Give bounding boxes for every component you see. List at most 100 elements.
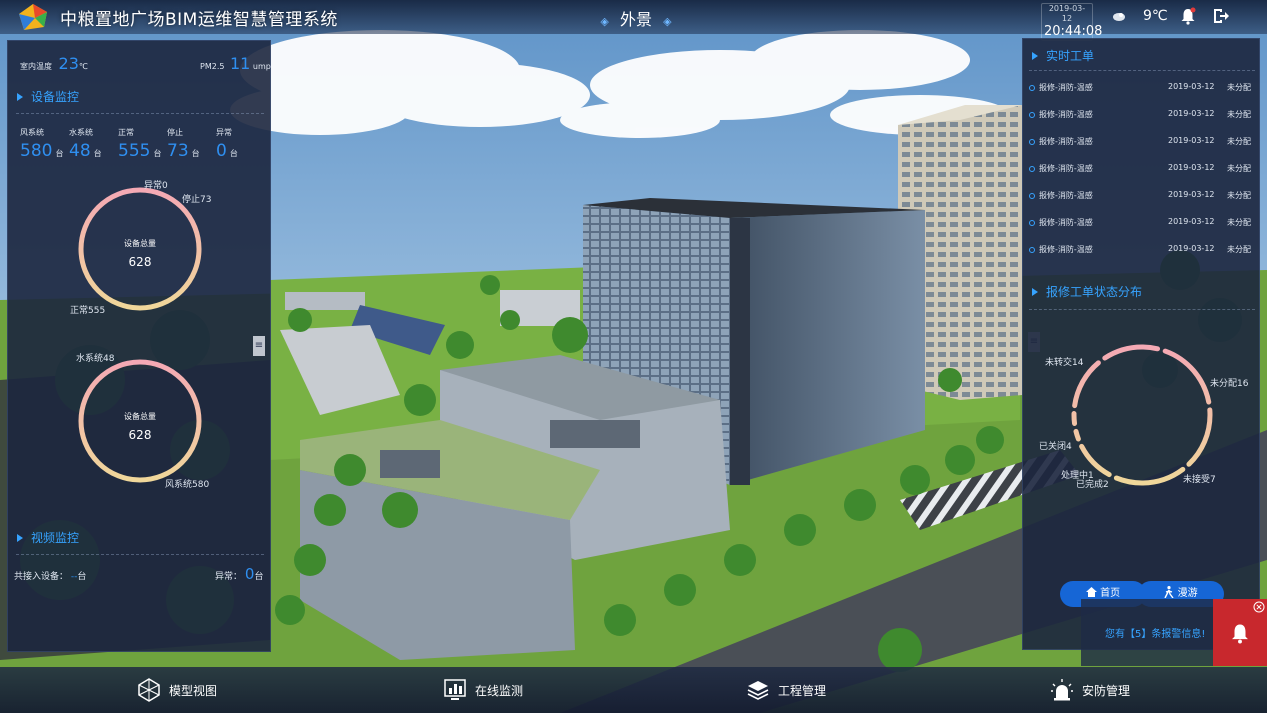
workorder-section-title[interactable]: 实时工单	[1032, 47, 1094, 64]
workorder-status: 未分配	[1227, 218, 1251, 227]
video-connected-count: 共接入设备： --台	[14, 569, 86, 582]
walk-icon	[1164, 586, 1174, 599]
model-view-icon	[138, 678, 160, 702]
video-abnormal-unit: 台	[254, 572, 264, 582]
workorder-status: 未分配	[1227, 110, 1251, 119]
stat-label-normal: 正常	[118, 128, 134, 137]
video-monitor-label: 视频监控	[31, 531, 80, 545]
stat-abnormal-unit: 台	[229, 149, 238, 158]
triangle-right-icon	[17, 93, 23, 101]
bullet-icon	[1029, 139, 1035, 145]
bullet-icon	[1029, 85, 1035, 91]
workorder-date: 2019-03-12	[1168, 163, 1215, 172]
ring1-label-stopped: 停止73	[182, 195, 212, 205]
indoor-temp-value: 23	[58, 54, 79, 73]
workorder-label: 实时工单	[1046, 49, 1095, 63]
status-label-completed: 已完成2	[1076, 480, 1109, 490]
status-label-closed: 已关闭4	[1039, 442, 1072, 452]
left-panel-collapse-handle[interactable]: ≡	[253, 336, 265, 356]
ring2-title: 设备总量	[124, 412, 156, 421]
workorder-status: 未分配	[1227, 191, 1251, 200]
clock-date: 2019-03-12	[1048, 4, 1086, 23]
workorder-row[interactable]: 报修-消防-温感 2019-03-12 未分配	[1029, 109, 1257, 123]
stat-label-stopped: 停止	[167, 128, 183, 137]
stat-stopped-number: 73	[167, 141, 189, 161]
diamond-left-icon: ◈	[600, 15, 609, 28]
right-panel: 实时工单 报修-消防-温感 2019-03-12 未分配 报修-消防-温感 20…	[1022, 38, 1260, 650]
workorder-row[interactable]: 报修-消防-温感 2019-03-12 未分配	[1029, 163, 1257, 177]
bottom-nav-engineering[interactable]: 工程管理	[746, 678, 846, 704]
alarm-bell-icon	[1232, 624, 1248, 644]
stat-wind-unit: 台	[55, 149, 64, 158]
workorder-status-ring-chart	[1071, 344, 1213, 486]
stat-wind-number: 580	[20, 141, 53, 161]
video-connected-label: 共接入设备：	[14, 572, 69, 582]
status-label-unassigned: 未分配16	[1210, 379, 1249, 389]
triangle-right-icon	[17, 534, 23, 542]
workorder-status: 未分配	[1227, 137, 1251, 146]
top-header-bar: 中粮置地广场BIM运维智慧管理系统 ◈ 外景 ◈ 2019-03-12 20:4…	[0, 0, 1267, 41]
ring1-title: 设备总量	[124, 239, 156, 248]
engineering-icon	[747, 681, 769, 700]
workorder-row[interactable]: 报修-消防-温感 2019-03-12 未分配	[1029, 244, 1257, 258]
left-panel: 室内温度 23℃ PM2.5 11 ump 设备监控 风系统 水系统 正常 停止…	[7, 40, 271, 652]
clock: 2019-03-12 20:44:08	[1041, 3, 1102, 41]
stat-abnormal-value: 0台	[216, 141, 238, 161]
bottom-nav-bar: 模型视图 在线监测 工程管理 安防管理	[0, 667, 1267, 713]
workorder-status: 未分配	[1227, 83, 1251, 92]
logout-icon[interactable]	[1212, 8, 1230, 24]
triangle-right-icon	[1032, 288, 1038, 296]
bullet-icon	[1029, 166, 1035, 172]
bottom-nav-label: 在线监测	[475, 684, 524, 698]
bottom-nav-security[interactable]: 安防管理	[1050, 678, 1150, 704]
workorder-name: 报修-消防-温感	[1039, 83, 1093, 92]
workorder-date: 2019-03-12	[1168, 109, 1215, 118]
ring2-label-water: 水系统48	[76, 354, 115, 364]
workorder-row[interactable]: 报修-消防-温感 2019-03-12 未分配	[1029, 190, 1257, 204]
bottom-nav-label: 安防管理	[1082, 684, 1131, 698]
stat-stopped-unit: 台	[191, 149, 200, 158]
notification-bell-icon[interactable]	[1180, 7, 1196, 25]
workorder-status: 未分配	[1227, 164, 1251, 173]
workorder-name: 报修-消防-温感	[1039, 110, 1093, 119]
stat-normal-unit: 台	[153, 149, 162, 158]
ring2-label-wind: 风系统580	[165, 480, 210, 490]
workorder-name: 报修-消防-温感	[1039, 218, 1093, 227]
close-icon[interactable]	[1253, 601, 1265, 613]
video-abnormal-label: 异常：	[215, 572, 243, 582]
bottom-nav-online-monitor[interactable]: 在线监测	[443, 678, 543, 704]
video-abnormal-count: 异常： 0台	[215, 565, 263, 583]
home-icon	[1085, 587, 1097, 597]
section-divider	[1029, 309, 1255, 310]
temperature: 9℃	[1143, 8, 1168, 24]
triangle-right-icon	[1032, 52, 1038, 60]
stat-normal-number: 555	[118, 141, 151, 161]
ring1-center: 设备总量 628	[104, 238, 176, 269]
device-monitor-label: 设备监控	[31, 90, 80, 104]
device-monitor-section-title[interactable]: 设备监控	[17, 88, 79, 105]
alarm-notification[interactable]: 您有【5】条报警信息!	[1081, 599, 1267, 666]
pm25-label: PM2.5	[200, 62, 225, 71]
indoor-temp-label: 室内温度	[20, 62, 52, 71]
pm25-value: 11	[230, 54, 251, 73]
status-label-not-received: 未接受7	[1183, 475, 1216, 485]
stat-water-number: 48	[69, 141, 91, 161]
status-distribution-section-title[interactable]: 报修工单状态分布	[1032, 283, 1142, 300]
workorder-date: 2019-03-12	[1168, 244, 1215, 253]
workorder-row[interactable]: 报修-消防-温感 2019-03-12 未分配	[1029, 136, 1257, 150]
workorder-name: 报修-消防-温感	[1039, 137, 1093, 146]
section-divider	[16, 554, 264, 555]
workorder-name: 报修-消防-温感	[1039, 191, 1093, 200]
bottom-nav-model-view[interactable]: 模型视图	[137, 678, 237, 704]
workorder-row[interactable]: 报修-消防-温感 2019-03-12 未分配	[1029, 217, 1257, 231]
diamond-right-icon: ◈	[663, 15, 672, 28]
workorder-date: 2019-03-12	[1168, 136, 1215, 145]
video-monitor-section-title[interactable]: 视频监控	[17, 529, 79, 546]
stat-label-abnormal: 异常	[216, 128, 232, 137]
scene-title: ◈ 外景 ◈	[592, 6, 680, 29]
ring1-label-normal: 正常555	[70, 306, 106, 316]
section-divider	[1029, 70, 1255, 71]
bullet-icon	[1029, 220, 1035, 226]
stat-wind-value: 580 台	[20, 141, 63, 161]
workorder-row[interactable]: 报修-消防-温感 2019-03-12 未分配	[1029, 82, 1257, 96]
